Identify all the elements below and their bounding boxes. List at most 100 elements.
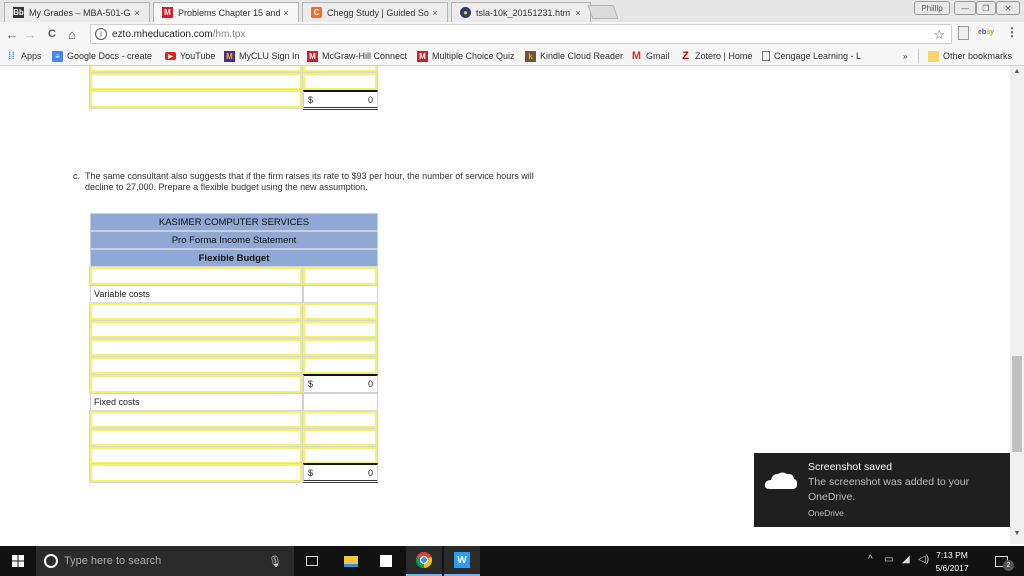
variable-cost-label-input[interactable]	[89, 356, 303, 375]
chrome-icon	[416, 552, 432, 568]
bookmark-label: Other bookmarks	[943, 51, 1013, 61]
maximize-button[interactable]: ❐	[976, 1, 996, 15]
bookmark-youtube[interactable]: ▶ YouTube	[165, 49, 215, 63]
microphone-icon[interactable]: 🎙︎	[268, 555, 282, 568]
chrome-menu-icon[interactable]: ⋮	[1006, 25, 1018, 39]
search-placeholder: Type here to search	[64, 555, 162, 567]
variable-cost-amount-input[interactable]	[302, 338, 378, 357]
ebay-extension-icon[interactable]: ebay	[978, 29, 994, 36]
fixed-cost-amount-input[interactable]	[302, 428, 378, 447]
bookmark-label: Gmail	[646, 51, 670, 61]
fixed-cost-label-input[interactable]	[89, 410, 303, 429]
minimize-button[interactable]: —	[954, 1, 976, 15]
power-plug-icon[interactable]: ▭	[884, 554, 893, 565]
close-tab-icon[interactable]: ×	[131, 8, 143, 18]
tab-chegg-study[interactable]: C Chegg Study | Guided So ×	[302, 2, 448, 22]
close-tab-icon[interactable]: ×	[280, 8, 292, 18]
store-button[interactable]	[368, 546, 404, 576]
bookmark-mcgraw-hill-connect[interactable]: M McGraw-Hill Connect	[307, 49, 407, 63]
variable-cost-amount-input[interactable]	[302, 302, 378, 321]
action-center-button[interactable]: 2	[986, 546, 1016, 576]
mcgraw-hill-icon: M	[417, 50, 428, 62]
variable-cost-label-input[interactable]	[89, 338, 303, 357]
question-c: c. The same consultant also suggests tha…	[73, 171, 553, 193]
bookmark-cengage[interactable]: Cengage Learning - L	[762, 49, 861, 63]
bookmark-label: Google Docs - create	[67, 51, 153, 61]
prev-total-label-input[interactable]	[89, 89, 303, 109]
taskbar-search-box[interactable]: Type here to search 🎙︎	[36, 546, 294, 576]
bookmarks-overflow-button[interactable]: »	[903, 49, 907, 63]
word-app-button[interactable]: W	[444, 546, 480, 576]
prev-amount-input[interactable]	[302, 72, 378, 91]
scroll-down-arrow-icon[interactable]: ▼	[1010, 530, 1024, 542]
info-icon[interactable]: i	[95, 28, 107, 40]
close-tab-icon[interactable]: ×	[572, 8, 584, 18]
tab-title: Chegg Study | Guided So	[327, 7, 429, 18]
fixed-cost-amount-input[interactable]	[302, 446, 378, 465]
fixed-cost-label-input[interactable]	[89, 428, 303, 447]
task-view-button[interactable]	[294, 546, 330, 576]
mcgraw-hill-icon: M	[162, 7, 173, 18]
show-hidden-icons-chevron[interactable]: ^	[868, 554, 873, 565]
prev-label-input[interactable]	[89, 72, 303, 91]
extension-page-icon[interactable]	[958, 26, 969, 40]
revenue-amount-input[interactable]	[302, 266, 378, 286]
bookmark-myclu[interactable]: M MyCLU Sign In	[224, 49, 300, 63]
tab-title: My Grades – MBA-501-G	[29, 7, 131, 18]
page-scrollbar[interactable]: ▲ ▼	[1010, 66, 1024, 544]
word-app-icon: W	[454, 552, 470, 568]
bookmark-gmail[interactable]: M Gmail	[631, 49, 670, 63]
bookmark-multiple-choice-quiz[interactable]: M Multiple Choice Quiz	[417, 49, 515, 63]
variable-cost-amount-input[interactable]	[302, 320, 378, 339]
file-explorer-button[interactable]	[333, 546, 369, 576]
notification-count-badge: 2	[1003, 560, 1014, 571]
sec-seal-icon: ●	[460, 7, 471, 18]
revenue-label-input[interactable]	[89, 266, 303, 286]
bookmark-kindle[interactable]: k Kindle Cloud Reader	[525, 49, 623, 63]
system-clock[interactable]: 7:13 PM 5/6/2017	[928, 549, 976, 575]
prev-total-value: $ 0	[303, 90, 378, 110]
wifi-icon[interactable]: ◢	[902, 554, 910, 565]
url-path: /hm.tpx	[212, 28, 246, 40]
onedrive-notification[interactable]: Screenshot saved The screenshot was adde…	[754, 453, 1010, 527]
close-tab-icon[interactable]: ×	[429, 8, 441, 18]
fixed-total-label-input[interactable]	[89, 463, 303, 483]
question-text: The same consultant also suggests that i…	[85, 171, 534, 192]
bookmark-label: YouTube	[180, 51, 216, 61]
back-button[interactable]: ←	[4, 26, 20, 42]
new-tab-button[interactable]	[587, 5, 619, 19]
cortana-icon	[44, 554, 58, 568]
apps-grid-icon: ⁞⁞	[8, 50, 15, 62]
scroll-up-arrow-icon[interactable]: ▲	[1010, 68, 1024, 80]
scrollbar-thumb[interactable]	[1012, 356, 1022, 452]
prev-label-input[interactable]	[89, 66, 303, 73]
chrome-taskbar-button[interactable]	[406, 546, 442, 576]
profile-button[interactable]: Phillip	[914, 1, 950, 15]
bookmark-google-docs[interactable]: ≡ Google Docs - create	[52, 49, 152, 63]
variable-total-label-input[interactable]	[89, 374, 303, 394]
fixed-cost-amount-input[interactable]	[302, 410, 378, 429]
variable-cost-label-input[interactable]	[89, 302, 303, 321]
fixed-costs-label: Fixed costs	[90, 393, 303, 411]
close-window-button[interactable]: ✕	[996, 1, 1020, 15]
bookmark-other-bookmarks[interactable]: Other bookmarks	[928, 49, 1012, 63]
url-host: ezto.mheducation.com	[112, 28, 213, 40]
home-button[interactable]: ⌂	[64, 26, 80, 42]
tab-tsla-10k[interactable]: ● tsla-10k_20151231.htm ×	[451, 2, 591, 22]
fixed-cost-label-input[interactable]	[89, 446, 303, 465]
prev-amount-input[interactable]	[302, 66, 378, 73]
bookmark-zotero[interactable]: Z Zotero | Home	[680, 49, 752, 63]
reload-button[interactable]: C	[44, 26, 60, 42]
variable-cost-label-input[interactable]	[89, 320, 303, 339]
tab-my-grades[interactable]: Bb My Grades – MBA-501-G ×	[4, 2, 150, 22]
forward-button[interactable]: →	[22, 26, 38, 42]
bookmark-star-icon[interactable]: ☆	[933, 27, 945, 43]
start-button[interactable]	[0, 546, 36, 576]
tab-problems-chapter-15[interactable]: M Problems Chapter 15 and ×	[153, 2, 299, 22]
bookmark-apps[interactable]: ⁞⁞ Apps	[6, 49, 41, 63]
file-explorer-icon	[344, 555, 358, 567]
variable-cost-amount-input[interactable]	[302, 356, 378, 375]
youtube-icon: ▶	[165, 52, 176, 60]
currency-symbol: $	[308, 94, 314, 105]
address-bar[interactable]: i ezto.mheducation.com /hm.tpx ☆	[90, 24, 952, 44]
